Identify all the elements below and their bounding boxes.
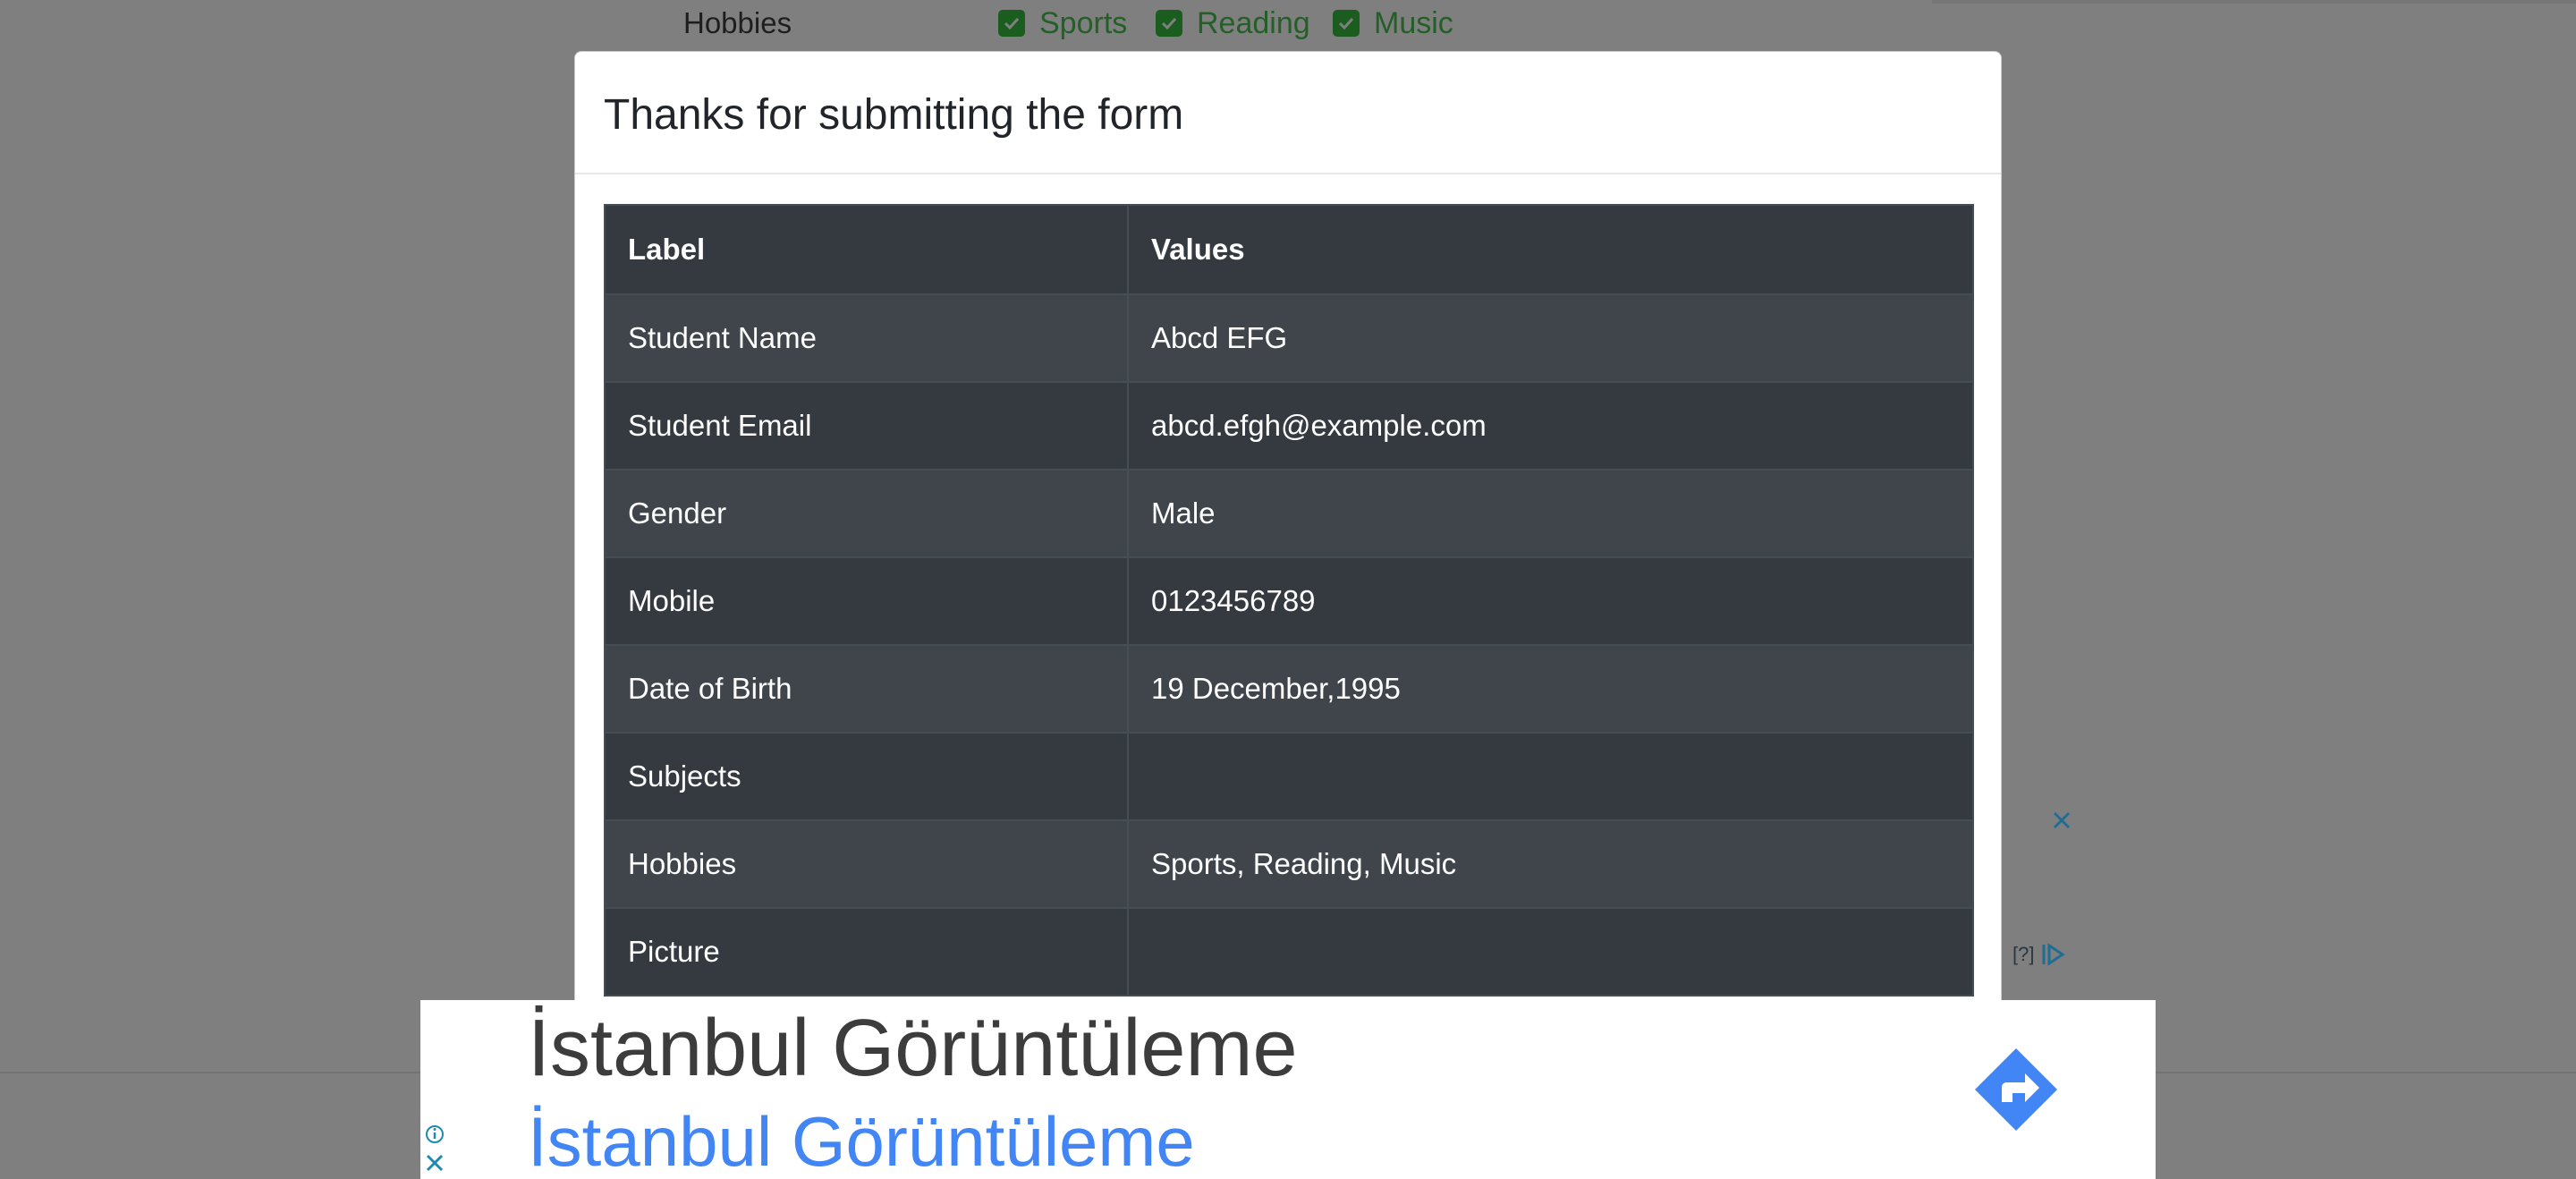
row-value: Abcd EFG — [1127, 293, 1974, 383]
checkbox-checked-icon — [1156, 10, 1182, 37]
row-label: Gender — [604, 469, 1129, 558]
table-row: Date of Birth 19 December,1995 — [604, 644, 1974, 734]
row-label: Student Name — [604, 293, 1129, 383]
table-row: Subjects — [604, 732, 1974, 821]
row-value: 0123456789 — [1127, 556, 1974, 646]
hobby-label: Reading — [1197, 5, 1310, 40]
hobby-music-checkbox[interactable]: Music — [1333, 5, 1453, 40]
table-header-row: Label Values — [604, 204, 1974, 295]
column-header-values: Values — [1127, 204, 1974, 295]
hobby-label: Sports — [1039, 5, 1128, 40]
modal-title: Thanks for submitting the form — [604, 91, 1184, 139]
results-table: Label Values Student Name Abcd EFG Stude… — [604, 204, 1974, 997]
row-label: Hobbies — [604, 819, 1129, 909]
row-label: Mobile — [604, 556, 1129, 646]
directions-icon[interactable] — [1973, 1047, 2059, 1132]
hobbies-label: Hobbies — [683, 6, 792, 39]
row-label: Date of Birth — [604, 644, 1129, 734]
checkbox-checked-icon — [1333, 10, 1360, 37]
side-ad-info-label: [?] — [2012, 943, 2035, 965]
results-table-container: Label Values Student Name Abcd EFG Stude… — [604, 204, 1974, 997]
checkbox-checked-icon — [998, 10, 1025, 37]
table-row: Mobile 0123456789 — [604, 556, 1974, 646]
ad-title[interactable]: İstanbul Görüntüleme — [528, 1004, 1298, 1093]
table-row: Picture — [604, 907, 1974, 997]
side-ad-close-icon[interactable] — [2048, 807, 2075, 834]
info-icon[interactable] — [424, 1124, 445, 1145]
table-row: Student Name Abcd EFG — [604, 293, 1974, 383]
hobby-reading-checkbox[interactable]: Reading — [1156, 5, 1310, 40]
modal-header: Thanks for submitting the form — [575, 52, 2001, 174]
close-icon[interactable] — [424, 1152, 445, 1174]
table-row: Gender Male — [604, 469, 1974, 558]
background-top-bar — [1932, 0, 2576, 4]
row-value — [1127, 907, 1974, 997]
row-value: 19 December,1995 — [1127, 644, 1974, 734]
row-value: Male — [1127, 469, 1974, 558]
row-label: Subjects — [604, 732, 1129, 821]
table-row: Student Email abcd.efgh@example.com — [604, 381, 1974, 471]
hobby-sports-checkbox[interactable]: Sports — [998, 5, 1128, 40]
table-row: Hobbies Sports, Reading, Music — [604, 819, 1974, 909]
side-ad-info[interactable]: [?] — [2012, 943, 2066, 966]
row-label: Student Email — [604, 381, 1129, 471]
row-value — [1127, 732, 1974, 821]
row-value: abcd.efgh@example.com — [1127, 381, 1974, 471]
row-value: Sports, Reading, Music — [1127, 819, 1974, 909]
hobby-label: Music — [1374, 5, 1453, 40]
adchoices-icon — [2042, 943, 2066, 966]
ad-banner[interactable]: İstanbul Görüntüleme İstanbul Görüntülem… — [420, 1000, 2156, 1179]
ad-subtitle[interactable]: İstanbul Görüntüleme — [528, 1101, 1195, 1179]
row-label: Picture — [604, 907, 1129, 997]
column-header-label: Label — [604, 204, 1129, 295]
